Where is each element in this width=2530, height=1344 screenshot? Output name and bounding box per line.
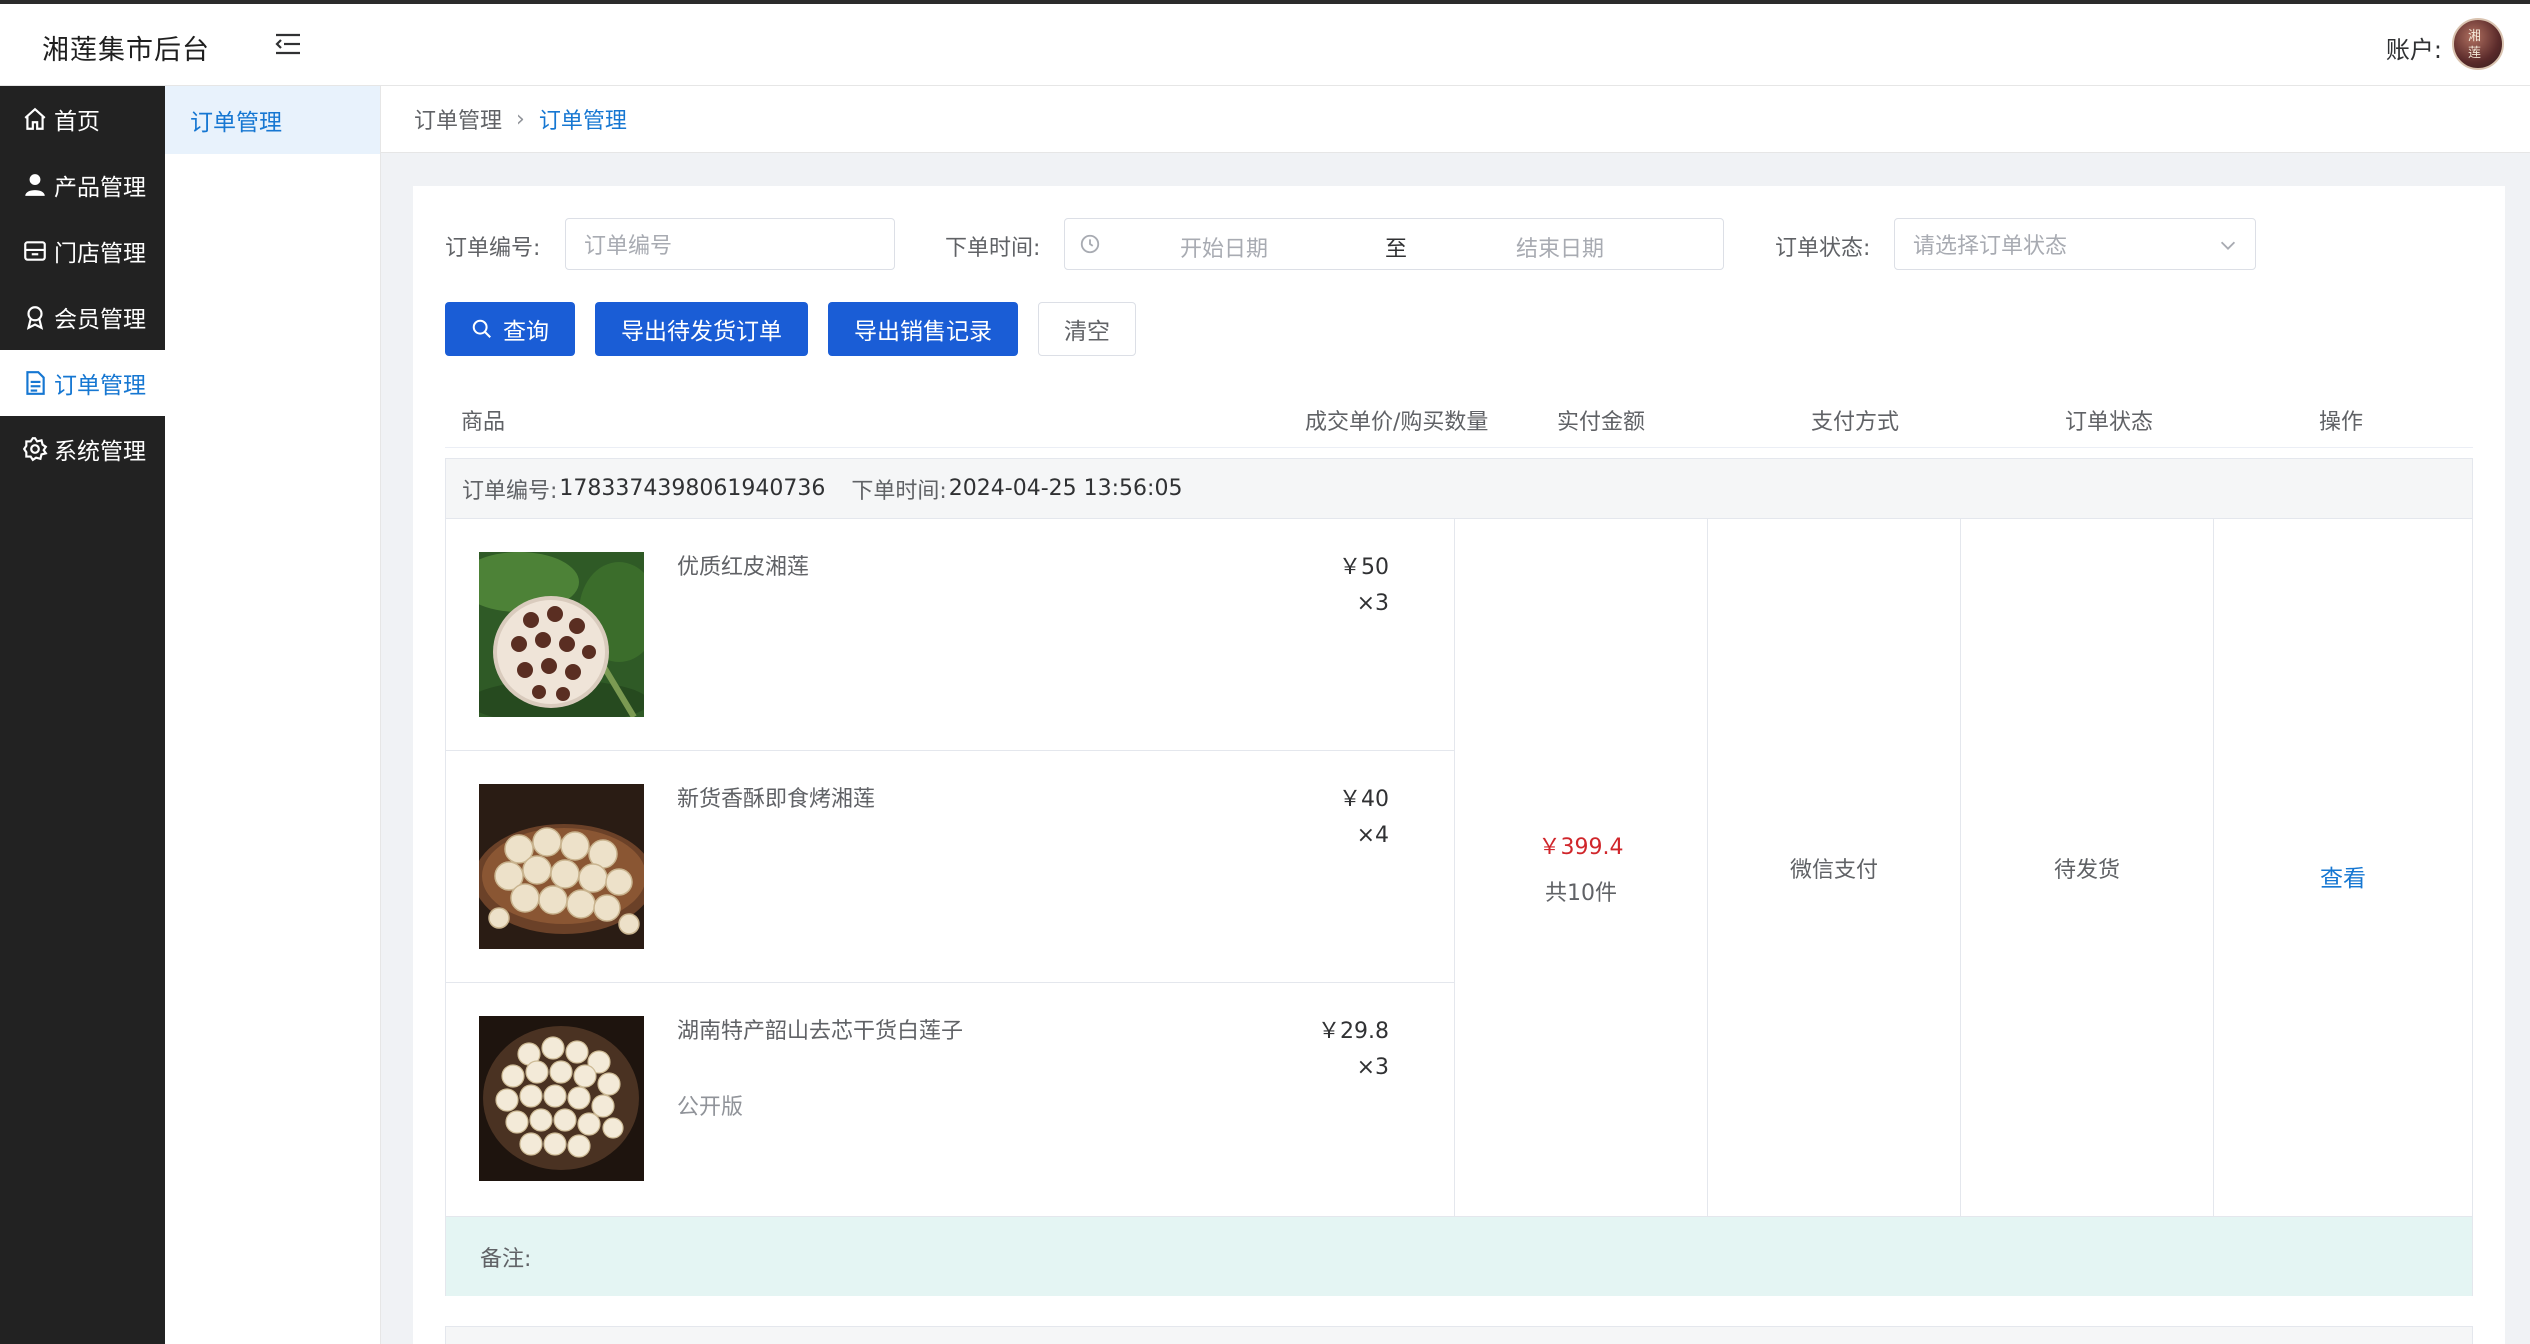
header-actions: 操作 [2319,410,2364,435]
export-pending-button[interactable]: 导出待发货订单 [595,302,808,356]
breadcrumb-item[interactable]: 订单管理 [414,103,502,135]
avatar[interactable]: 湘莲 [2452,18,2504,70]
medal-icon [26,306,44,330]
date-range-picker[interactable]: 开始日期 至 结束日期 [1064,218,1724,270]
filter-row: 订单编号: 订单编号 下单时间: 开始日期 至 结束日期 订单状态: 请选择订单… [413,218,2505,270]
order-no-value: 1783374398061940736 [559,476,826,501]
product-image-roasted-lotus-seeds[interactable] [479,784,644,949]
status-select-placeholder: 请选择订单状态 [1913,234,2068,259]
sidebar-item-label: 订单管理 [54,373,146,399]
date-range-separator: 至 [1385,237,1408,262]
table-header: 商品 成交单价/购买数量 实付金额 支付方式 订单状态 操作 [445,386,2473,448]
breadcrumb: 订单管理 › 订单管理 [381,86,2530,153]
chevron-down-icon [2220,241,2236,250]
product-image-lotus-pod[interactable] [479,552,644,717]
store-icon [24,241,46,261]
gear-icon [22,437,48,462]
breadcrumb-current: 订单管理 [538,109,627,134]
sidebar-item-home[interactable]: 首页 [0,86,165,152]
search-icon [472,319,491,338]
document-icon [26,371,45,395]
sidebar: 首页 产品管理 门店管理 会员管理 订单管理 系统管理 [0,86,165,1344]
header-amount: 实付金额 [1557,410,1646,435]
avatar-text: 湘莲 [2468,29,2482,61]
product-price: ￥40 [1339,787,1389,812]
secondary-menu: 订单管理 [165,86,381,1344]
sidebar-item-products[interactable]: 产品管理 [0,152,165,218]
order-list-card: 订单编号: 订单编号 下单时间: 开始日期 至 结束日期 订单状态: 请选择订单… [413,186,2505,1344]
order-status-select[interactable]: 请选择订单状态 [1894,218,2256,270]
order-time-caption: 下单时间: [851,478,947,504]
list-item: 优质红皮湘莲 ￥50 ×3 [446,519,1454,751]
app-title: 湘莲集市后台 [42,35,210,66]
user-icon [25,174,45,196]
product-name[interactable]: 湖南特产韶山去芯干货白莲子 [677,1013,963,1045]
sidebar-item-label: 产品管理 [54,175,146,201]
payment-method: 微信支付 [1789,857,1878,883]
query-button[interactable]: 查询 [445,302,575,356]
end-date-input[interactable]: 结束日期 [1516,231,1604,263]
order-status-label: 订单状态: [1775,236,1871,261]
view-order-link[interactable]: 查看 [2320,859,2366,893]
header-payment: 支付方式 [1811,410,1900,435]
order-goods-list: 优质红皮湘莲 ￥50 ×3 新货香酥即食烤湘莲 ￥40 ×4 湖南特产韶山去芯干… [446,519,1455,1216]
header-price-qty: 成交单价/购买数量 [1305,410,1489,435]
sidebar-item-orders[interactable]: 订单管理 [0,350,165,416]
collapse-menu-icon[interactable] [272,28,304,60]
product-name[interactable]: 新货香酥即食烤湘莲 [677,781,875,813]
order-item-count: 共10件 [1545,880,1617,906]
clear-button[interactable]: 清空 [1038,302,1136,356]
export-sales-button[interactable]: 导出销售记录 [828,302,1018,356]
product-quantity: ×3 [1356,1055,1389,1080]
order-status: 待发货 [2053,857,2120,883]
header-status: 订单状态 [2065,410,2154,435]
order-action-cell: 查看 [2214,519,2472,1216]
home-icon [24,107,46,130]
product-spec: 公开版 [677,1095,744,1120]
sidebar-item-members[interactable]: 会员管理 [0,284,165,350]
list-item: 新货香酥即食烤湘莲 ￥40 ×4 [446,751,1454,983]
header-goods: 商品 [461,410,506,435]
order-remark: 备注: [446,1216,2472,1296]
list-item: 湖南特产韶山去芯干货白莲子 公开版 ￥29.8 ×3 [446,983,1454,1215]
order-time-label: 下单时间: [945,236,1041,261]
order-no-input[interactable]: 订单编号 [565,218,895,270]
next-order-block [445,1326,2473,1344]
sidebar-item-label: 首页 [54,109,100,135]
order-header: 订单编号: 1783374398061940736 下单时间: 2024-04-… [446,459,2472,519]
sidebar-item-label: 门店管理 [54,241,146,267]
payment-method-cell: 微信支付 [1708,519,1961,1216]
account-label: 账户: [2385,36,2442,64]
product-image-white-lotus-seeds[interactable] [479,1016,644,1181]
order-status-cell: 待发货 [1961,519,2214,1216]
sidebar-item-label: 系统管理 [54,439,146,465]
order-no-caption: 订单编号: [462,478,558,504]
start-date-input[interactable]: 开始日期 [1180,231,1268,263]
order-time-value: 2024-04-25 13:56:05 [948,476,1183,501]
order-amount: ￥399.4 [1538,834,1624,860]
product-quantity: ×4 [1356,823,1389,848]
submenu-item-orders[interactable]: 订单管理 [165,86,380,154]
remark-label: 备注: [480,1246,532,1272]
order-amount-cell: ￥399.4 共10件 [1455,519,1708,1216]
top-header: 湘莲集市后台 账户: 湘莲 [0,4,2530,86]
product-price: ￥29.8 [1318,1019,1389,1044]
order-block: 订单编号: 1783374398061940736 下单时间: 2024-04-… [445,458,2473,1296]
sidebar-item-stores[interactable]: 门店管理 [0,218,165,284]
product-price: ￥50 [1339,555,1389,580]
chevron-right-icon: › [516,106,525,132]
main-content: 订单管理 › 订单管理 订单编号: 订单编号 下单时间: 开始日期 至 结束日期… [381,86,2530,1344]
product-name[interactable]: 优质红皮湘莲 [677,549,809,581]
clock-icon [1080,234,1100,254]
query-button-label: 查询 [503,319,549,345]
product-quantity: ×3 [1356,591,1389,616]
order-no-label: 订单编号: [445,236,541,261]
sidebar-item-system[interactable]: 系统管理 [0,416,165,482]
sidebar-item-label: 会员管理 [54,307,146,333]
